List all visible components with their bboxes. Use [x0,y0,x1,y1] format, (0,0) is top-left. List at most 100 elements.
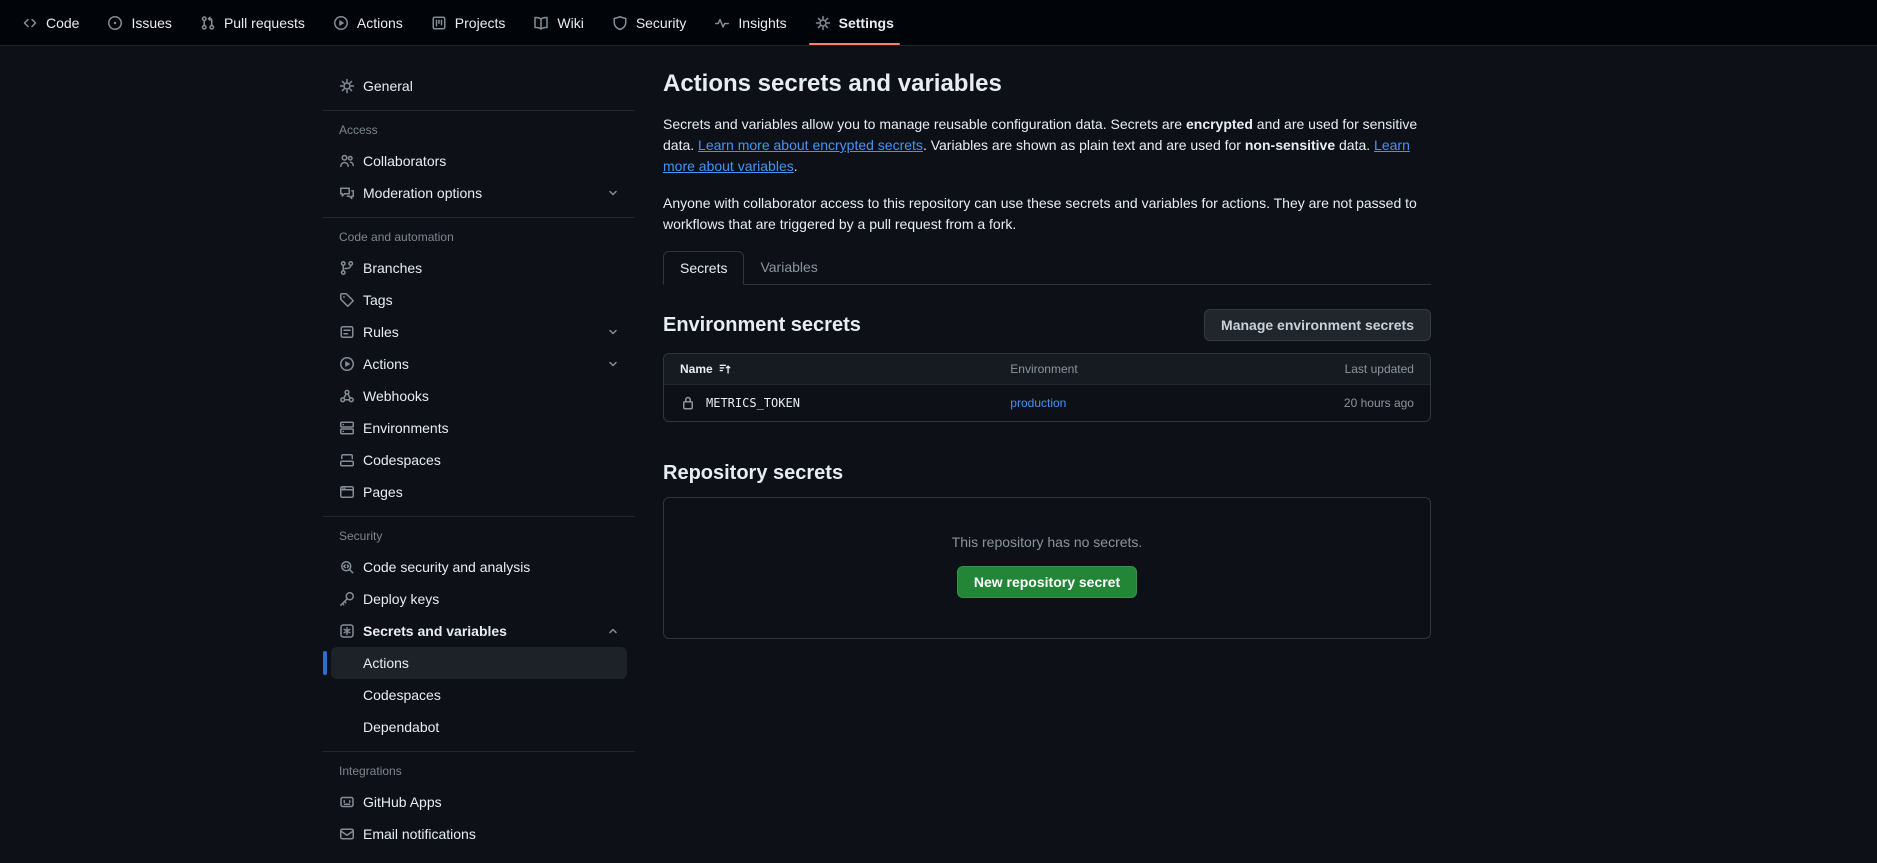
sidebar-item-label: Email notifications [363,826,476,842]
sidebar-subitem-label: Actions [363,655,409,671]
sidebar-section-title: Security [323,525,635,551]
sidebar-subitem-dependabot[interactable]: Dependabot [331,711,627,743]
tab-variables[interactable]: Variables [744,251,833,284]
tab-label: Wiki [557,15,583,31]
sidebar-item-moderation-options[interactable]: Moderation options [331,177,627,209]
tab-label: Pull requests [224,15,305,31]
settings-sidebar: General Access Collaborators Moderation … [323,70,635,850]
sidebar-item-pages[interactable]: Pages [331,476,627,508]
sidebar-item-branches[interactable]: Branches [331,252,627,284]
tab-label: Projects [455,15,506,31]
column-header-name[interactable]: Name [680,362,1010,376]
rules-icon [339,324,355,340]
environment-secrets-heading: Environment secrets [663,314,861,337]
sidebar-item-secrets-and-variables[interactable]: Secrets and variables [331,615,627,647]
sidebar-item-label: Actions [363,356,409,372]
sidebar-item-label: GitHub Apps [363,794,442,810]
chevron-down-icon [607,358,619,370]
sidebar-item-deploy-keys[interactable]: Deploy keys [331,583,627,615]
tab-pull-requests[interactable]: Pull requests [186,0,319,45]
tab-projects[interactable]: Projects [417,0,520,45]
tab-label: Code [46,15,79,31]
graph-icon [714,15,730,31]
intro-text: Secrets and variables allow you to manag… [663,116,1186,132]
sidebar-section-integrations: Integrations GitHub Apps Email notificat… [323,751,635,850]
chevron-down-icon [607,326,619,338]
sidebar-section-title: Access [323,119,635,145]
comment-discussion-icon [339,185,355,201]
codescan-icon [339,559,355,575]
chevron-up-icon [607,625,619,637]
tab-security[interactable]: Security [598,0,701,45]
new-repository-secret-button[interactable]: New repository secret [957,566,1137,598]
tag-icon [339,292,355,308]
tab-wiki[interactable]: Wiki [519,0,597,45]
sidebar-item-tags[interactable]: Tags [331,284,627,316]
sidebar-item-actions[interactable]: Actions [331,348,627,380]
secret-name: METRICS_TOKEN [706,396,800,410]
tab-secrets[interactable]: Secrets [663,251,744,285]
sidebar-section-security: Security Code security and analysis Depl… [323,516,635,743]
table-header-row: Name Environment Last updated [664,354,1430,384]
secrets-variables-tabnav: Secrets Variables [663,251,1431,285]
lock-icon [680,395,696,411]
column-header-last-updated: Last updated [1253,362,1414,376]
environment-secrets-header: Environment secrets Manage environment s… [663,309,1431,341]
book-icon [533,15,549,31]
intro-paragraph: Secrets and variables allow you to manag… [663,114,1431,177]
sidebar-item-collaborators[interactable]: Collaborators [331,145,627,177]
sidebar-item-label: Moderation options [363,185,482,201]
sidebar-item-general[interactable]: General [331,70,627,102]
column-header-environment: Environment [1010,362,1252,376]
repo-tab-nav: Code Issues Pull requests Actions Projec… [0,0,1877,46]
environment-link[interactable]: production [1010,396,1066,410]
manage-environment-secrets-button[interactable]: Manage environment secrets [1204,309,1431,341]
intro-text: . [794,158,798,174]
link-learn-more-encrypted-secrets[interactable]: Learn more about encrypted secrets [698,137,923,153]
fork-access-note: Anyone with collaborator access to this … [663,193,1431,235]
repository-secrets-heading: Repository secrets [663,462,1431,485]
tab-settings[interactable]: Settings [801,0,908,45]
secret-last-updated: 20 hours ago [1253,396,1414,410]
server-icon [339,420,355,436]
sidebar-item-code-security-and-analysis[interactable]: Code security and analysis [331,551,627,583]
sidebar-item-github-apps[interactable]: GitHub Apps [331,786,627,818]
tab-label: Security [636,15,687,31]
shield-icon [612,15,628,31]
tab-actions[interactable]: Actions [319,0,417,45]
sidebar-item-label: Code security and analysis [363,559,530,575]
mail-icon [339,826,355,842]
gear-icon [815,15,831,31]
project-icon [431,15,447,31]
sidebar-subitem-label: Codespaces [363,687,441,703]
sidebar-section-title: Integrations [323,760,635,786]
sidebar-item-label: Webhooks [363,388,429,404]
git-pull-request-icon [200,15,216,31]
sidebar-item-email-notifications[interactable]: Email notifications [331,818,627,850]
code-icon [22,15,38,31]
sidebar-item-webhooks[interactable]: Webhooks [331,380,627,412]
tab-label: Insights [738,15,786,31]
tab-code[interactable]: Code [8,0,93,45]
sidebar-item-label: Pages [363,484,403,500]
webhook-icon [339,388,355,404]
tab-issues[interactable]: Issues [93,0,185,45]
secrets-icon [339,623,355,639]
issue-opened-icon [107,15,123,31]
key-icon [339,591,355,607]
environment-secrets-table: Name Environment Last updated METRICS_TO… [663,353,1431,422]
tab-insights[interactable]: Insights [700,0,800,45]
intro-bold-non-sensitive: non-sensitive [1245,137,1335,153]
page-title: Actions secrets and variables [663,70,1431,98]
repository-secrets-empty-state: This repository has no secrets. New repo… [663,497,1431,639]
browser-icon [339,484,355,500]
sidebar-item-rules[interactable]: Rules [331,316,627,348]
sidebar-item-codespaces[interactable]: Codespaces [331,444,627,476]
sidebar-item-label: Collaborators [363,153,446,169]
sidebar-subitem-codespaces[interactable]: Codespaces [331,679,627,711]
main-content: Actions secrets and variables Secrets an… [663,70,1431,639]
sidebar-item-environments[interactable]: Environments [331,412,627,444]
sidebar-subitem-actions[interactable]: Actions [331,647,627,679]
secret-table-row: METRICS_TOKEN production 20 hours ago [664,384,1430,421]
secret-environment-cell: production [1010,396,1252,410]
